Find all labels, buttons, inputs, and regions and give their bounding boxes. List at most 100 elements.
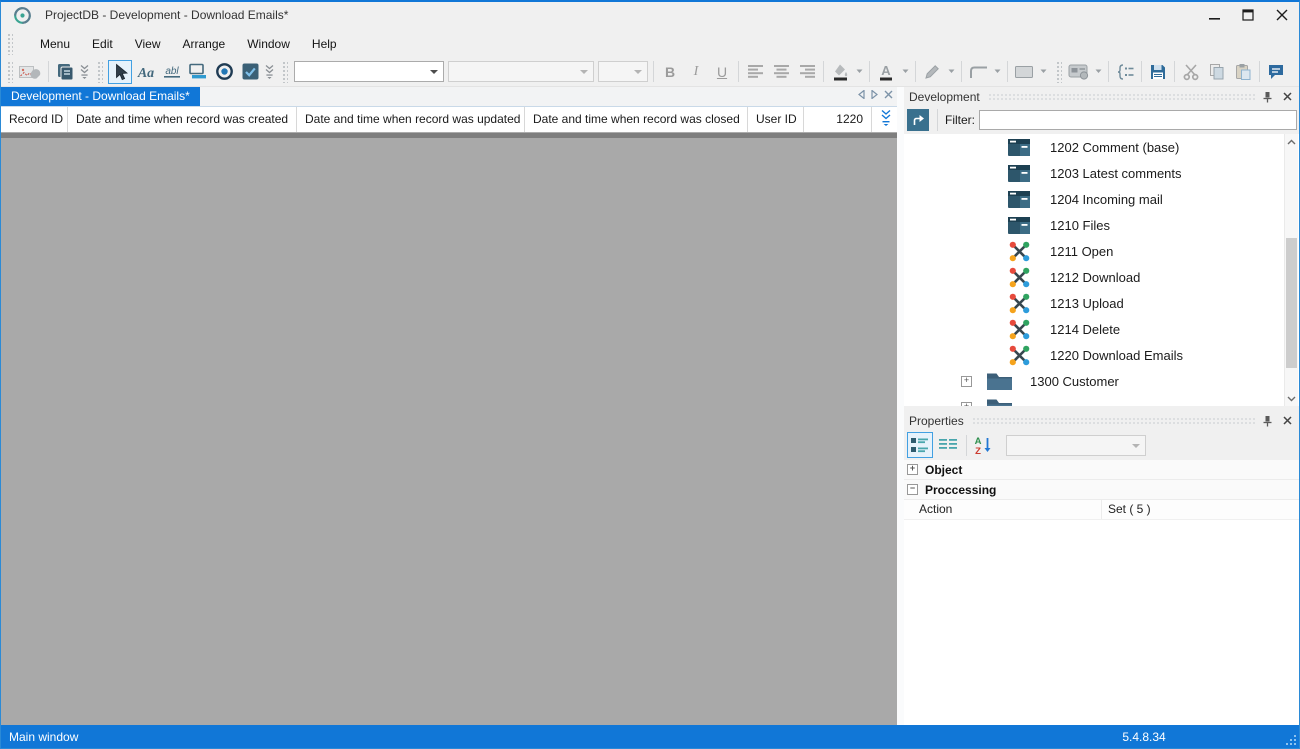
column-header[interactable]: 1220 bbox=[804, 107, 872, 132]
tree-item[interactable]: +1300 Customer bbox=[904, 368, 1299, 394]
tree-item[interactable]: 1214 Delete bbox=[904, 316, 1299, 342]
border-corner-icon[interactable] bbox=[966, 60, 990, 84]
panel-tool-icon[interactable] bbox=[186, 60, 210, 84]
braces-list-icon[interactable] bbox=[1113, 60, 1137, 84]
filter-input[interactable] bbox=[979, 110, 1297, 130]
picture-icon[interactable] bbox=[18, 60, 44, 84]
checkbox-tool-icon[interactable] bbox=[238, 60, 262, 84]
scroll-up-icon[interactable] bbox=[1285, 134, 1298, 149]
toolbar-gripper[interactable] bbox=[97, 61, 103, 83]
resize-grip[interactable] bbox=[1285, 734, 1297, 746]
layers-icon[interactable] bbox=[53, 60, 77, 84]
column-header[interactable]: Date and time when record was updated bbox=[297, 107, 525, 132]
bold-button[interactable]: B bbox=[658, 60, 682, 84]
chevron-down-icon[interactable] bbox=[899, 60, 911, 84]
close-window-button[interactable] bbox=[1265, 3, 1299, 27]
tree-item[interactable]: 1220 Download Emails bbox=[904, 342, 1299, 368]
fill-color-icon[interactable] bbox=[828, 60, 852, 84]
sort-az-button[interactable]: AZ bbox=[970, 432, 996, 458]
scrollbar-thumb[interactable] bbox=[1286, 238, 1297, 368]
font-color-icon[interactable]: A bbox=[874, 60, 898, 84]
separator bbox=[823, 61, 824, 82]
radio-button-tool-icon[interactable] bbox=[212, 60, 236, 84]
card-icon[interactable] bbox=[1067, 60, 1091, 84]
chevron-down-icon[interactable] bbox=[1092, 60, 1104, 84]
menu-item-window[interactable]: Window bbox=[236, 33, 301, 55]
panel-splitter-vertical[interactable] bbox=[897, 87, 904, 725]
chevron-down-icon bbox=[1132, 444, 1140, 448]
paste-icon[interactable] bbox=[1231, 60, 1255, 84]
menu-item-help[interactable]: Help bbox=[301, 33, 348, 55]
expander-icon[interactable]: + bbox=[907, 464, 918, 475]
scroll-down-icon[interactable] bbox=[1285, 391, 1298, 406]
column-header[interactable]: Record ID bbox=[1, 107, 68, 132]
comment-icon[interactable] bbox=[1264, 60, 1288, 84]
maximize-button[interactable] bbox=[1231, 3, 1265, 27]
italic-button[interactable]: I bbox=[684, 60, 708, 84]
rectangle-icon[interactable] bbox=[1012, 60, 1036, 84]
property-group-label: Proccessing bbox=[925, 483, 996, 497]
close-tab-icon[interactable] bbox=[884, 90, 893, 99]
copy-icon[interactable] bbox=[1205, 60, 1229, 84]
property-group-proccessing[interactable]: −Proccessing bbox=[904, 480, 1299, 500]
alphabetical-view-button[interactable] bbox=[935, 432, 961, 458]
expander-icon[interactable]: − bbox=[907, 484, 918, 495]
tree-scrollbar[interactable] bbox=[1284, 134, 1298, 406]
tree-item[interactable]: + bbox=[904, 394, 1299, 406]
tab-development-download-emails[interactable]: Development - Download Emails* bbox=[1, 87, 200, 106]
property-value[interactable]: Set ( 5 ) bbox=[1102, 500, 1299, 519]
chevron-down-icon[interactable] bbox=[991, 60, 1003, 84]
cut-icon[interactable] bbox=[1179, 60, 1203, 84]
chevron-overflow-icon[interactable] bbox=[78, 60, 90, 84]
chevron-overflow-icon[interactable] bbox=[263, 60, 275, 84]
toolbar-gripper[interactable] bbox=[7, 33, 13, 55]
menu-item-arrange[interactable]: Arrange bbox=[172, 33, 237, 55]
tree-item[interactable]: 1204 Incoming mail bbox=[904, 186, 1299, 212]
toolbar-gripper[interactable] bbox=[282, 61, 288, 83]
align-right-icon[interactable] bbox=[795, 60, 819, 84]
close-panel-icon[interactable] bbox=[1279, 414, 1295, 428]
column-header[interactable]: User ID bbox=[748, 107, 804, 132]
tree-item[interactable]: 1212 Download bbox=[904, 264, 1299, 290]
minimize-button[interactable] bbox=[1197, 3, 1231, 27]
underline-button[interactable]: U bbox=[710, 60, 734, 84]
cursor-tool-button[interactable] bbox=[108, 60, 132, 84]
column-overflow-icon[interactable] bbox=[881, 107, 897, 132]
pin-icon[interactable] bbox=[1259, 90, 1275, 104]
scroll-tabs-left-icon[interactable] bbox=[858, 90, 865, 99]
align-left-icon[interactable] bbox=[743, 60, 767, 84]
save-icon[interactable] bbox=[1146, 60, 1170, 84]
toolbar-gripper[interactable] bbox=[7, 61, 13, 83]
process-icon bbox=[1006, 240, 1032, 262]
align-center-icon[interactable] bbox=[769, 60, 793, 84]
text-label-tool-icon[interactable]: Aa bbox=[134, 60, 158, 84]
tree-item-label: 1213 Upload bbox=[1050, 296, 1124, 311]
tree-item[interactable]: 1210 Files bbox=[904, 212, 1299, 238]
scroll-tabs-right-icon[interactable] bbox=[871, 90, 878, 99]
column-header[interactable]: Date and time when record was created bbox=[68, 107, 297, 132]
expander-icon[interactable]: + bbox=[961, 376, 972, 387]
textbox-tool-icon[interactable]: abl bbox=[160, 60, 184, 84]
chevron-down-icon[interactable] bbox=[853, 60, 865, 84]
chevron-down-icon[interactable] bbox=[1037, 60, 1049, 84]
tree-item[interactable]: 1211 Open bbox=[904, 238, 1299, 264]
tree-item[interactable]: 1202 Comment (base) bbox=[904, 134, 1299, 160]
pin-icon[interactable] bbox=[1259, 414, 1275, 428]
panel-title: Development bbox=[909, 90, 980, 104]
menu-item-menu[interactable]: Menu bbox=[29, 33, 81, 55]
menu-item-view[interactable]: View bbox=[124, 33, 172, 55]
toolbar-gripper[interactable] bbox=[1056, 61, 1062, 83]
tree-item[interactable]: 1203 Latest comments bbox=[904, 160, 1299, 186]
style-combobox[interactable] bbox=[294, 61, 444, 82]
jump-to-object-button[interactable] bbox=[907, 109, 929, 131]
expander-icon[interactable]: + bbox=[961, 402, 972, 407]
chevron-down-icon[interactable] bbox=[945, 60, 957, 84]
pencil-icon[interactable] bbox=[920, 60, 944, 84]
design-canvas[interactable] bbox=[1, 133, 897, 725]
property-group-object[interactable]: +Object bbox=[904, 460, 1299, 480]
column-header[interactable]: Date and time when record was closed bbox=[525, 107, 748, 132]
menu-item-edit[interactable]: Edit bbox=[81, 33, 124, 55]
tree-item[interactable]: 1213 Upload bbox=[904, 290, 1299, 316]
categorized-view-button[interactable] bbox=[907, 432, 933, 458]
close-panel-icon[interactable] bbox=[1279, 90, 1295, 104]
